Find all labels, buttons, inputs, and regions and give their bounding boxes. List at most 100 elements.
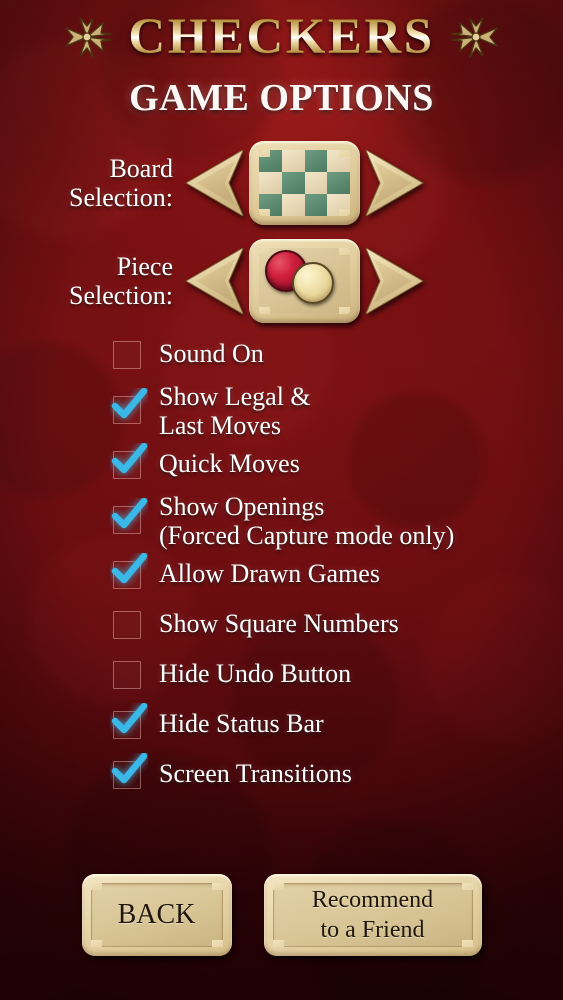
button-bar: BACK Recommend to a Friend xyxy=(0,874,563,956)
piece-next-arrow-button[interactable] xyxy=(363,244,427,318)
option-row-6[interactable]: Hide Undo Button xyxy=(0,650,563,700)
button-notch xyxy=(461,883,473,890)
option-checkbox-wrapper xyxy=(111,440,159,490)
button-notch xyxy=(211,940,223,947)
piece-preview[interactable] xyxy=(249,239,360,323)
button-notch xyxy=(90,883,102,890)
option-row-1[interactable]: Show Legal & Last Moves xyxy=(0,380,563,440)
board-selection-label-line1: Board xyxy=(109,153,173,183)
option-row-8[interactable]: Screen Transitions xyxy=(0,750,563,800)
option-label-line2: (Forced Capture mode only) xyxy=(159,521,455,551)
option-checkbox-wrapper xyxy=(111,490,159,550)
piece-selection-label-line1: Piece xyxy=(116,251,173,281)
option-label-line1: Screen Transitions xyxy=(159,759,352,788)
board-prev-arrow-button[interactable] xyxy=(182,146,246,220)
button-notch xyxy=(272,940,284,947)
frame-notch xyxy=(259,307,270,314)
option-row-5[interactable]: Show Square Numbers xyxy=(0,600,563,650)
option-label-line2: Last Moves xyxy=(159,411,282,441)
recommend-to-a-friend-button[interactable]: Recommend to a Friend xyxy=(263,874,482,956)
piece-preview-inner xyxy=(259,248,350,314)
option-label-7: Hide Status Bar xyxy=(159,700,324,738)
options-list: Sound On Show Legal & Last Moves Quick Move… xyxy=(0,330,563,800)
option-label-line1: Show Legal & xyxy=(159,382,311,411)
board-square xyxy=(259,172,282,194)
option-row-3[interactable]: Show Openings (Forced Capture mode only) xyxy=(0,490,563,550)
option-label-0: Sound On xyxy=(159,330,264,368)
recommend-button-label: Recommend to a Friend xyxy=(312,885,433,945)
checkbox-6[interactable] xyxy=(113,661,141,689)
board-square xyxy=(304,150,328,172)
option-label-6: Hide Undo Button xyxy=(159,650,351,688)
option-label-line1: Sound On xyxy=(159,339,264,368)
checkmark-icon xyxy=(111,443,148,474)
option-label-line1: Show Square Numbers xyxy=(159,609,399,638)
recommend-label-line2: to a Friend xyxy=(320,917,425,943)
checkmark-icon xyxy=(111,703,148,734)
option-checkbox-wrapper xyxy=(113,330,159,380)
board-square xyxy=(327,172,350,194)
page-title: CHECKERS xyxy=(128,8,435,65)
board-selection-label: Board Selection: xyxy=(0,154,182,212)
checkbox-5[interactable] xyxy=(113,611,141,639)
option-checkbox-wrapper xyxy=(113,600,159,650)
option-checkbox-wrapper xyxy=(111,750,159,800)
cream-checker-piece-icon xyxy=(292,262,334,304)
frame-notch xyxy=(339,248,350,255)
frame-notch xyxy=(259,209,270,216)
board-square xyxy=(281,150,305,172)
button-notch xyxy=(90,940,102,947)
checkmark-icon xyxy=(111,553,148,584)
option-label-1: Show Legal & Last Moves xyxy=(159,380,311,441)
option-label-line1: Hide Undo Button xyxy=(159,659,352,688)
option-row-2[interactable]: Quick Moves xyxy=(0,440,563,490)
option-checkbox-wrapper xyxy=(111,700,159,750)
checkbox-1[interactable] xyxy=(111,388,148,424)
option-checkbox-wrapper xyxy=(111,380,159,440)
checkmark-icon xyxy=(111,753,148,784)
checkbox-4[interactable] xyxy=(111,553,148,589)
board-preview[interactable] xyxy=(249,141,360,225)
option-label-line1: Allow Drawn Games xyxy=(159,559,380,588)
fleur-ornament-left-icon xyxy=(60,14,114,60)
board-preview-grid xyxy=(259,150,350,216)
board-square xyxy=(281,172,305,194)
back-button-label: BACK xyxy=(117,898,196,930)
fleur-ornament-right-icon xyxy=(449,14,503,60)
option-row-7[interactable]: Hide Status Bar xyxy=(0,700,563,750)
options-screen: CHECKERS GAME OPTIONS Board Selection: P… xyxy=(0,0,563,1000)
checkbox-7[interactable] xyxy=(111,703,148,739)
back-button[interactable]: BACK xyxy=(81,874,232,956)
page-subtitle: GAME OPTIONS xyxy=(129,77,434,119)
piece-selection-label: Piece Selection: xyxy=(0,252,182,310)
option-checkbox-wrapper xyxy=(111,550,159,600)
board-square xyxy=(304,194,328,216)
checkbox-3[interactable] xyxy=(111,498,148,534)
button-notch xyxy=(461,940,473,947)
option-label-4: Allow Drawn Games xyxy=(159,550,380,588)
piece-selection-label-line2: Selection: xyxy=(69,281,173,310)
frame-notch xyxy=(339,150,350,157)
frame-notch xyxy=(339,307,350,314)
option-label-3: Show Openings (Forced Capture mode only) xyxy=(159,490,454,551)
option-checkbox-wrapper xyxy=(113,650,159,700)
option-label-line1: Hide Status Bar xyxy=(159,709,324,738)
checkbox-0[interactable] xyxy=(113,341,141,369)
piece-selection-row: Piece Selection: xyxy=(0,239,563,323)
piece-prev-arrow-button[interactable] xyxy=(182,244,246,318)
option-row-4[interactable]: Allow Drawn Games xyxy=(0,550,563,600)
checkmark-icon xyxy=(111,498,148,529)
button-notch xyxy=(272,883,284,890)
board-next-arrow-button[interactable] xyxy=(363,146,427,220)
recommend-button-inner: Recommend to a Friend xyxy=(272,883,473,947)
board-selection-label-line2: Selection: xyxy=(69,183,173,212)
checkbox-8[interactable] xyxy=(111,753,148,789)
frame-notch xyxy=(339,209,350,216)
option-label-line1: Show Openings xyxy=(159,492,325,521)
option-row-0[interactable]: Sound On xyxy=(0,330,563,380)
option-label-5: Show Square Numbers xyxy=(159,600,399,638)
recommend-label-line1: Recommend xyxy=(311,887,434,913)
board-selection-row: Board Selection: xyxy=(0,141,563,225)
checkbox-2[interactable] xyxy=(111,443,148,479)
frame-notch xyxy=(259,150,270,157)
